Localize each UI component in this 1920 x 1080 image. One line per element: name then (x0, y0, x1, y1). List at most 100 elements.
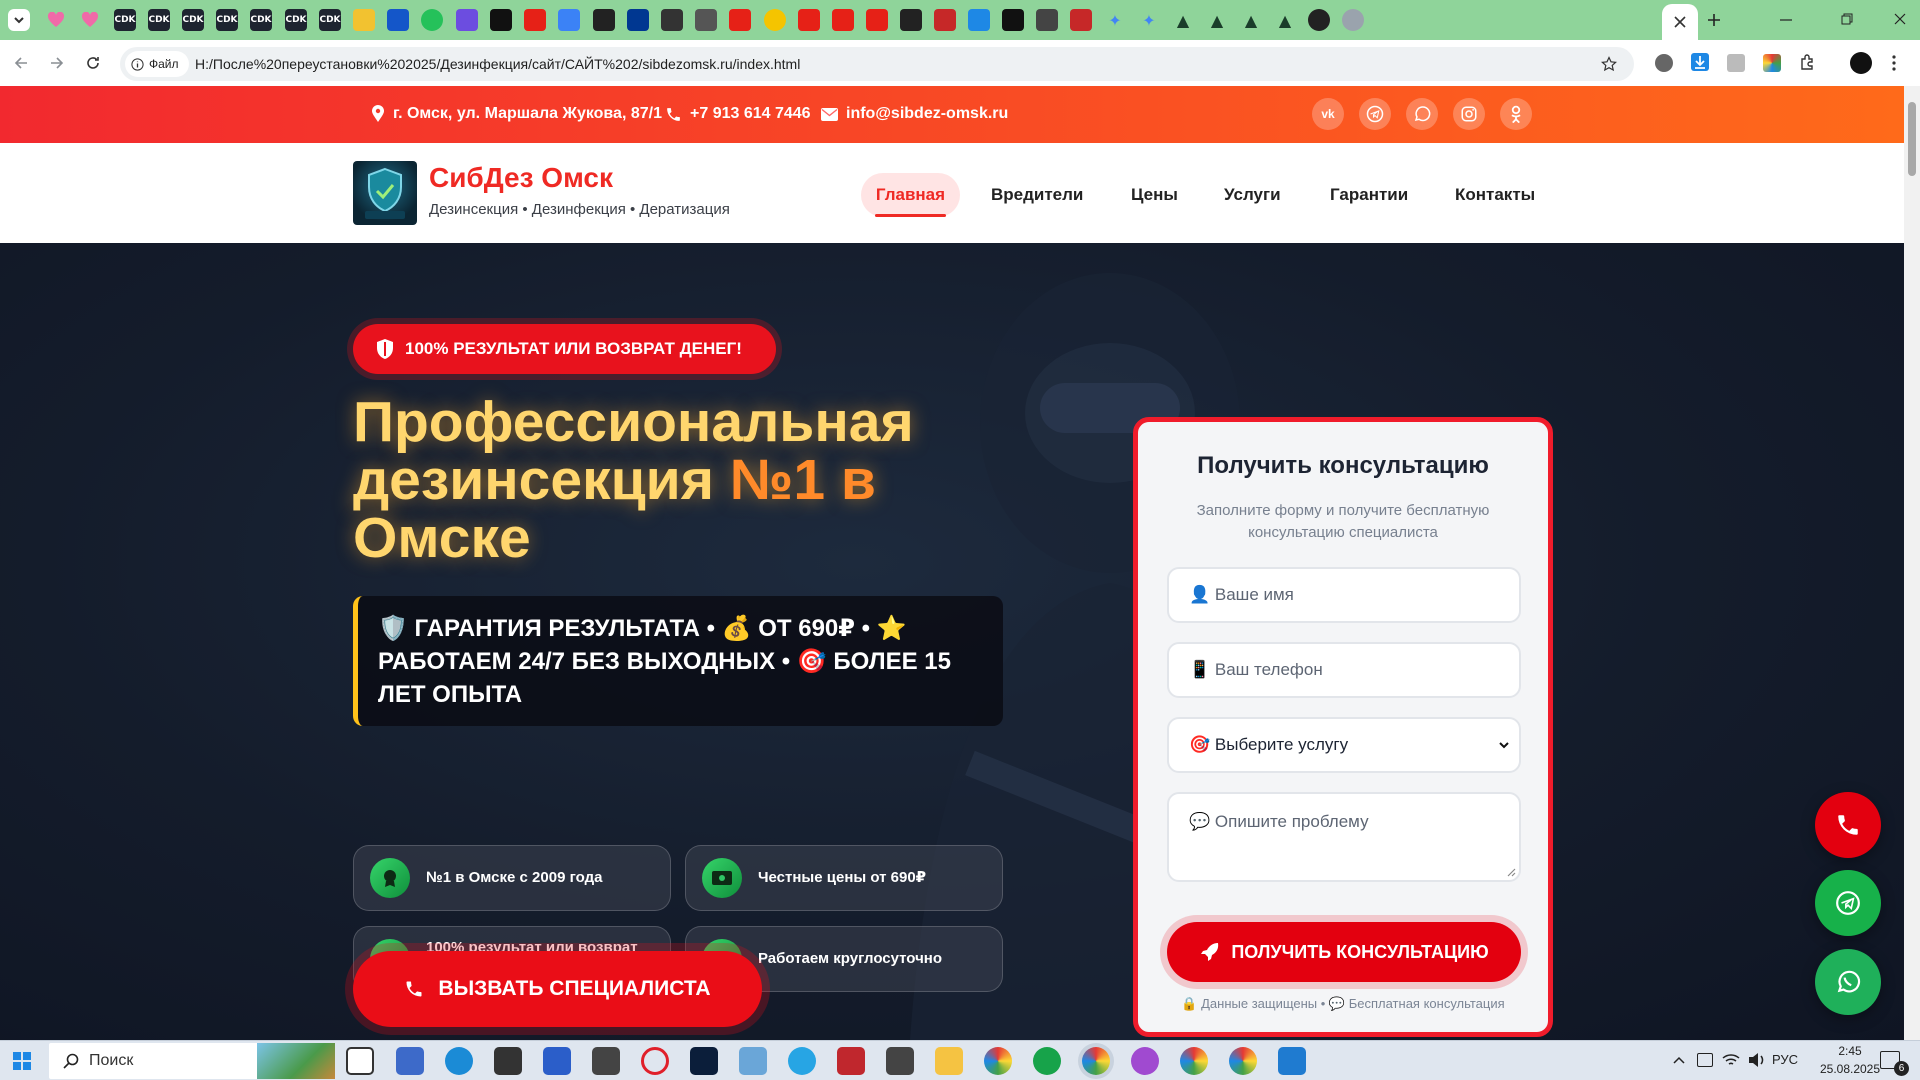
forward-icon[interactable] (49, 55, 65, 71)
problem-textarea[interactable]: 💬 Опишите проблему (1167, 792, 1521, 882)
display-icon[interactable] (1697, 1053, 1713, 1067)
mail-icon[interactable] (592, 1047, 620, 1075)
clock-date[interactable]: 25.08.2025 (1812, 1062, 1888, 1076)
phone-item[interactable]: +7 913 614 7446 (665, 104, 811, 124)
logo[interactable] (353, 161, 417, 225)
name-input[interactable]: 👤 Ваше имя (1167, 567, 1521, 623)
service-select[interactable]: 🎯 Выберите услугу (1167, 717, 1521, 773)
chevron-up-icon[interactable] (1673, 1056, 1685, 1064)
float-telegram-button[interactable] (1815, 870, 1881, 936)
heart-tab-icon[interactable] (79, 9, 101, 31)
task-view-icon[interactable] (346, 1047, 374, 1075)
url-text[interactable]: H:/После%20переустановки%202025/Дезинфек… (195, 56, 800, 72)
instagram-icon[interactable] (1453, 98, 1485, 130)
telegram-icon[interactable] (1359, 98, 1391, 130)
triangle-tab-icon[interactable]: ▲ (1172, 9, 1194, 31)
dark-tab-icon[interactable] (1002, 9, 1024, 31)
minimize-icon[interactable] (1780, 19, 1792, 21)
cdk-tab-icon[interactable]: CDK (148, 9, 170, 31)
email-text[interactable]: info@sibdez-omsk.ru (846, 105, 1008, 123)
cdk-tab-icon[interactable]: CDK (285, 9, 307, 31)
cdk-tab-icon[interactable]: CDK (319, 9, 341, 31)
youtube-tab-icon[interactable] (798, 9, 820, 31)
wifi-icon[interactable] (1722, 1052, 1740, 1068)
odnoklassniki-icon[interactable] (1500, 98, 1532, 130)
page-scrollbar[interactable] (1904, 86, 1920, 1040)
cdk-tab-icon[interactable]: CDK (114, 9, 136, 31)
triangle-tab-icon[interactable]: ▲ (1206, 9, 1228, 31)
active-tab[interactable] (1662, 4, 1698, 40)
vscode-icon[interactable] (1278, 1047, 1306, 1075)
whatsapp-icon[interactable] (1406, 98, 1438, 130)
cdk-tab-icon[interactable]: CDK (216, 9, 238, 31)
app-icon[interactable] (739, 1047, 767, 1075)
ps-store-tab-icon[interactable] (661, 9, 683, 31)
download-icon[interactable] (1690, 52, 1710, 72)
shield-tab-icon[interactable] (1070, 9, 1092, 31)
nav-home[interactable]: Главная (861, 173, 960, 217)
file-chip[interactable]: Файл (125, 51, 189, 77)
avatar-tab-icon[interactable] (1308, 9, 1330, 31)
tab-search-button[interactable] (8, 9, 30, 31)
resize-handle-icon[interactable] (1507, 868, 1516, 877)
green-app-icon[interactable] (1033, 1047, 1061, 1075)
opera-icon[interactable] (641, 1047, 669, 1075)
scrollbar-thumb[interactable] (1908, 102, 1916, 176)
reload-icon[interactable] (85, 55, 101, 71)
shield-tab-icon[interactable] (934, 9, 956, 31)
new-tab-icon[interactable] (1707, 13, 1721, 27)
nav-pests[interactable]: Вредители (991, 173, 1083, 217)
extension-icon[interactable] (1655, 54, 1673, 72)
globe-tab-icon[interactable] (1342, 9, 1364, 31)
cdk-tab-icon[interactable]: CDK (250, 9, 272, 31)
chrome-icon[interactable] (1180, 1047, 1208, 1075)
chrome-icon[interactable] (984, 1047, 1012, 1075)
puzzle-icon[interactable] (1799, 53, 1817, 71)
clock-time[interactable]: 2:45 (1820, 1044, 1880, 1058)
extension-icon[interactable] (1727, 54, 1745, 72)
youtube-tab-icon[interactable] (524, 9, 546, 31)
restore-icon[interactable] (1841, 13, 1853, 25)
nav-services[interactable]: Услуги (1224, 173, 1281, 217)
heart-tab-icon[interactable] (45, 9, 67, 31)
telegram-app-icon[interactable] (788, 1047, 816, 1075)
call-specialist-button[interactable]: ВЫЗВАТЬ СПЕЦИАЛИСТА (353, 951, 762, 1027)
star-tab-icon[interactable] (456, 9, 478, 31)
clapper-icon[interactable] (886, 1047, 914, 1075)
profile-avatar[interactable] (1850, 52, 1872, 74)
triangle-tab-icon[interactable]: ▲ (1240, 9, 1262, 31)
taskbar-search[interactable]: Поиск (49, 1043, 335, 1079)
address-bar[interactable]: Файл H:/После%20переустановки%202025/Дез… (120, 47, 1634, 81)
cdk-tab-icon[interactable]: CDK (182, 9, 204, 31)
tiktok-tab-icon[interactable] (490, 9, 512, 31)
nav-guarantees[interactable]: Гарантии (1330, 173, 1408, 217)
nav-prices[interactable]: Цены (1131, 173, 1178, 217)
playstation-tab-icon[interactable] (627, 9, 649, 31)
r-tab-icon[interactable] (593, 9, 615, 31)
windows-start-icon[interactable] (13, 1052, 31, 1070)
float-call-button[interactable] (1815, 792, 1881, 858)
window-close-icon[interactable] (1894, 13, 1906, 25)
email-item[interactable]: info@sibdez-omsk.ru (821, 104, 1008, 124)
extension-icon[interactable] (1763, 54, 1781, 72)
chrome-profile-icon[interactable] (1131, 1047, 1159, 1075)
brand-name[interactable]: СибДез Омск (429, 162, 613, 194)
float-whatsapp-button[interactable] (1815, 949, 1881, 1015)
mail-tab-icon[interactable] (968, 9, 990, 31)
youtube-tab-icon[interactable] (832, 9, 854, 31)
nav-contacts[interactable]: Контакты (1455, 173, 1535, 217)
bookmark-star-icon[interactable] (1601, 56, 1617, 72)
voice-app-icon[interactable] (837, 1047, 865, 1075)
back-icon[interactable] (13, 55, 29, 71)
phone-text[interactable]: +7 913 614 7446 (690, 105, 811, 123)
photoshop-icon[interactable] (690, 1047, 718, 1075)
edge-icon[interactable] (445, 1047, 473, 1075)
play-tab-icon[interactable] (764, 9, 786, 31)
chrome-active-icon[interactable] (1082, 1047, 1110, 1075)
window-tab-icon[interactable] (695, 9, 717, 31)
drive-tab-icon[interactable] (558, 9, 580, 31)
green-tab-icon[interactable] (421, 9, 443, 31)
app-icon[interactable] (396, 1047, 424, 1075)
microphone-app-icon[interactable] (494, 1047, 522, 1075)
volume-icon[interactable] (1748, 1052, 1766, 1068)
